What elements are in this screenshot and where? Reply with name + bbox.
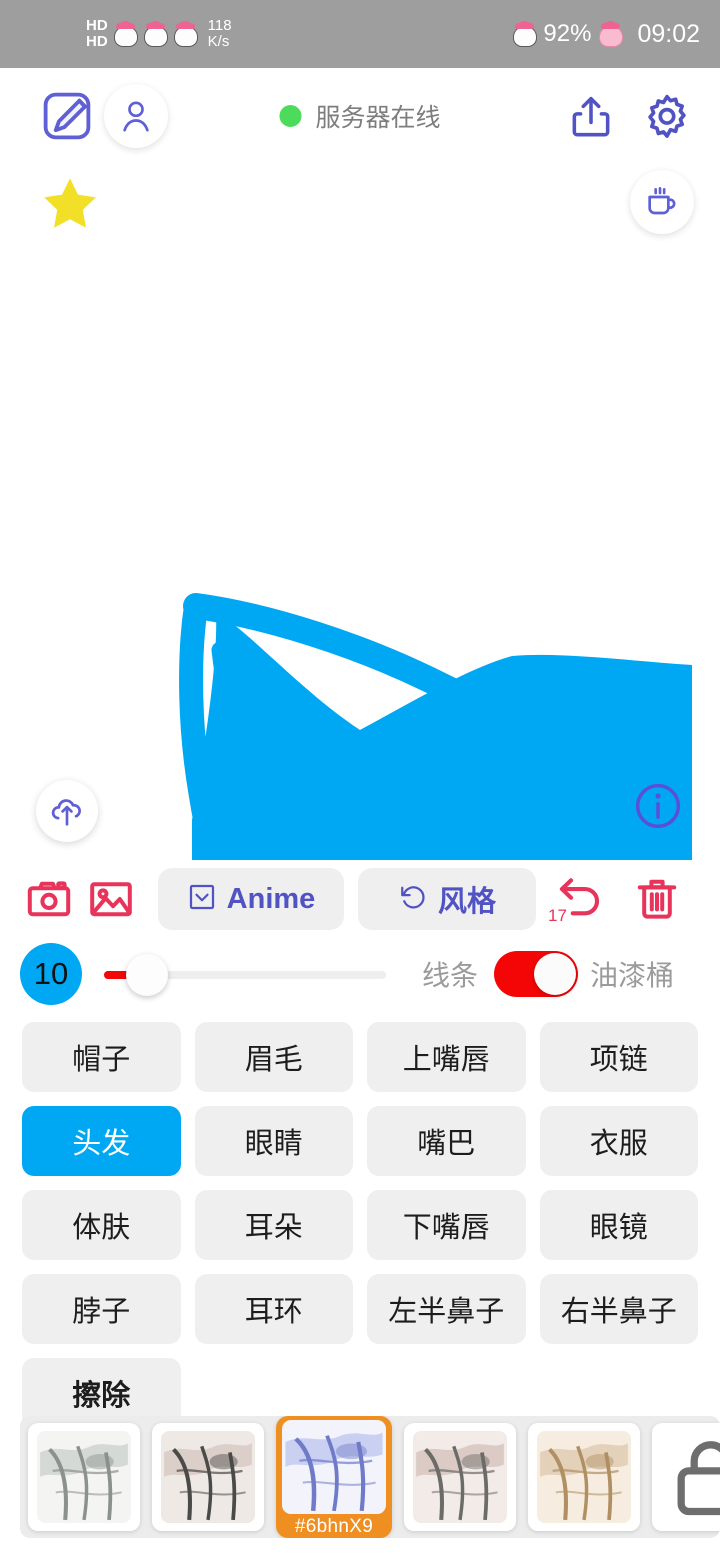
style-button[interactable]: 风格: [358, 868, 536, 930]
camera-icon[interactable]: [18, 868, 80, 930]
part-button[interactable]: 头发: [22, 1106, 181, 1176]
part-button[interactable]: 脖子: [22, 1274, 181, 1344]
part-button[interactable]: 体肤: [22, 1190, 181, 1260]
anime-button[interactable]: Anime: [158, 868, 344, 930]
style-thumbnail[interactable]: #6bhnX9: [276, 1416, 392, 1538]
undo-button[interactable]: 17: [546, 868, 616, 930]
part-button[interactable]: 帽子: [22, 1022, 181, 1092]
thumbnail-preview: [413, 1431, 507, 1523]
lock-icon: [677, 1441, 720, 1516]
share-upload-icon[interactable]: [560, 86, 622, 148]
slider-thumb[interactable]: [126, 954, 168, 996]
line-mode-label: 线条: [422, 960, 479, 991]
style-button-label: 风格: [437, 886, 496, 918]
brush-size-badge[interactable]: 10: [20, 943, 82, 1005]
brush-size-slider[interactable]: [104, 954, 386, 996]
gear-icon[interactable]: [636, 86, 698, 148]
thumbnail-preview: [161, 1431, 255, 1523]
part-button[interactable]: 眼镜: [539, 1190, 698, 1260]
thumbnail-preview: [37, 1431, 131, 1523]
app-root: HD HD 118 K/s 92% 09:02 服务器在线 Anime 风格 1…: [0, 0, 720, 1560]
status-bar: HD HD 118 K/s 92% 09:02: [0, 0, 720, 68]
part-button[interactable]: 耳环: [194, 1274, 353, 1344]
pen-square-icon[interactable]: [36, 85, 98, 147]
thumbnail-preview: [537, 1431, 631, 1523]
hd-label-1: HD: [86, 17, 108, 35]
part-button[interactable]: 项链: [539, 1022, 698, 1092]
network-speed: 118 K/s: [208, 18, 232, 50]
kitty-sticker-icon: [142, 21, 168, 47]
kitty-sticker-icon: [172, 21, 198, 47]
toggle-knob: [534, 953, 577, 995]
speed-value: 118: [207, 17, 232, 35]
style-thumbnail[interactable]: [652, 1423, 720, 1531]
app-header: 服务器在线: [0, 68, 720, 168]
undo-count-label: 17: [548, 906, 567, 925]
brush-control-row: 10 线条 油漆桶: [0, 938, 720, 1010]
drawing-canvas[interactable]: [0, 260, 720, 860]
server-status-label: 服务器在线: [315, 104, 441, 132]
kitty-sticker-icon: [112, 21, 138, 47]
part-button[interactable]: 眉毛: [194, 1022, 353, 1092]
star-icon[interactable]: [38, 172, 102, 241]
part-button[interactable]: 眼睛: [194, 1106, 353, 1176]
sub-header: [0, 168, 720, 260]
hd-label-2: HD: [86, 33, 108, 50]
trash-icon[interactable]: [626, 868, 688, 930]
clock: 09:02: [637, 19, 700, 48]
part-button[interactable]: 耳朵: [194, 1190, 353, 1260]
fill-mode-toggle[interactable]: [494, 951, 579, 997]
style-thumbnail[interactable]: [404, 1423, 516, 1531]
canvas-artwork: [179, 593, 692, 860]
header-right-group: [560, 86, 698, 148]
info-circle-icon[interactable]: [632, 780, 684, 832]
style-thumbnail[interactable]: [28, 1423, 140, 1531]
pig-sticker-icon: [597, 21, 624, 47]
part-button[interactable]: 上嘴唇: [367, 1022, 526, 1092]
status-online-dot: [279, 105, 302, 127]
chevron-down-box-icon: [187, 882, 217, 917]
header-left-group: [36, 84, 168, 148]
bucket-mode-label: 油漆桶: [590, 960, 675, 991]
refresh-undo-icon: [398, 882, 428, 917]
network-hd-labels: HD HD: [86, 18, 108, 50]
part-button[interactable]: 衣服: [539, 1106, 698, 1176]
body-part-grid: 帽子 眉毛 上嘴唇 项链 头发 眼睛 嘴巴 衣服 体肤 耳朵 下嘴唇 眼镜 脖子 耳环 左半鼻子 右半鼻子 擦除: [0, 1010, 720, 1428]
speed-unit: K/s: [207, 33, 230, 50]
style-thumbnail[interactable]: [152, 1423, 264, 1531]
status-bar-right: 92% 09:02: [511, 20, 700, 49]
cloud-upload-icon[interactable]: [36, 780, 98, 842]
part-button[interactable]: 下嘴唇: [367, 1190, 526, 1260]
server-status: 服务器在线: [279, 98, 441, 134]
account-button[interactable]: [104, 84, 168, 148]
part-button[interactable]: 右半鼻子: [539, 1274, 698, 1344]
kitty-battery-icon: [511, 21, 538, 47]
thumbnail-preview: [661, 1431, 720, 1523]
style-thumbnail-strip[interactable]: #6bhnX9: [20, 1416, 720, 1538]
part-button[interactable]: 左半鼻子: [367, 1274, 526, 1344]
status-bar-left: HD HD 118 K/s: [86, 18, 232, 50]
part-button[interactable]: 嘴巴: [367, 1106, 526, 1176]
coffee-cup-icon[interactable]: [630, 170, 694, 234]
anime-button-label: Anime: [226, 882, 316, 915]
battery-percent: 92%: [543, 20, 592, 47]
thumbnail-id-tag: #6bhnX9: [294, 1516, 374, 1537]
tool-row: Anime 风格 17: [0, 860, 720, 938]
thumbnail-preview: [282, 1420, 386, 1514]
image-icon[interactable]: [80, 868, 142, 930]
style-thumbnail[interactable]: [528, 1423, 640, 1531]
